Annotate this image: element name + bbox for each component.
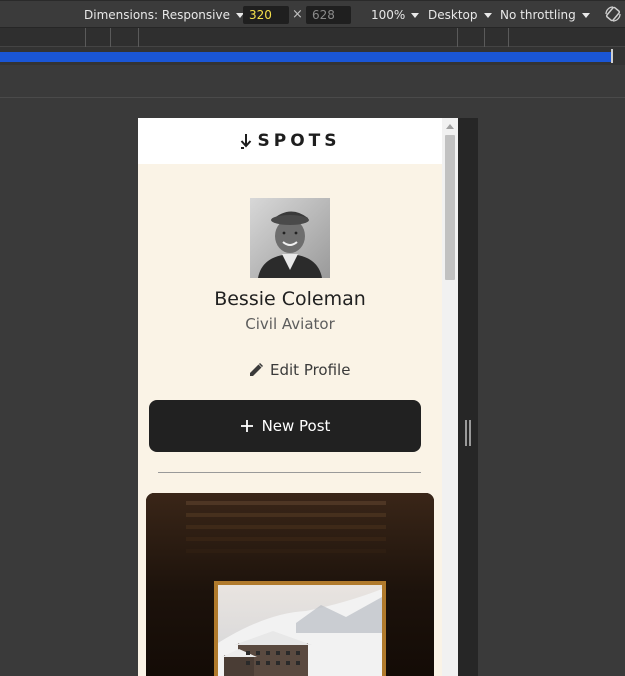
dimensions-dropdown[interactable]: Dimensions: Responsive <box>84 8 244 22</box>
zoom-label: 100% <box>371 8 406 22</box>
profile-name: Bessie Coleman <box>214 288 366 310</box>
scroll-up-icon[interactable] <box>446 124 454 129</box>
height-input[interactable]: 628 <box>306 6 351 24</box>
caret-down-icon <box>483 12 492 18</box>
throttling-dropdown[interactable]: No throttling <box>500 8 590 22</box>
device-mode-label: Desktop <box>428 8 478 22</box>
throttling-label: No throttling <box>500 8 576 22</box>
times-separator: × <box>292 7 303 22</box>
logo-text: SPOTS <box>257 131 341 151</box>
pencil-icon <box>250 362 264 376</box>
edit-profile-label: Edit Profile <box>270 361 351 379</box>
resize-handle[interactable] <box>465 420 471 446</box>
post-image[interactable] <box>146 493 434 676</box>
rotate-icon[interactable] <box>604 5 622 23</box>
profile-title: Civil Aviator <box>245 315 335 333</box>
emulated-viewport: SPOTS Bessie Coleman Civil Aviator Edit … <box>138 118 458 676</box>
device-mode-dropdown[interactable]: Desktop <box>428 8 492 22</box>
site-logo[interactable]: SPOTS <box>240 131 341 151</box>
media-query-ruler <box>0 28 625 47</box>
site-header: SPOTS <box>138 118 442 164</box>
caret-down-icon <box>581 12 590 18</box>
profile-avatar <box>250 198 330 278</box>
ruler-separator <box>0 97 625 98</box>
resize-gutter <box>458 118 478 676</box>
dimensions-label: Dimensions: Responsive <box>84 8 230 22</box>
plus-icon <box>240 420 253 432</box>
media-query-bar[interactable] <box>0 52 612 62</box>
zoom-dropdown[interactable]: 100% <box>371 8 420 22</box>
new-post-button[interactable]: New Post <box>149 400 421 452</box>
page-scrollbar[interactable] <box>442 118 458 676</box>
edit-profile-button[interactable]: Edit Profile <box>248 361 350 379</box>
arrow-logo-icon <box>240 134 251 149</box>
scrollbar-thumb[interactable] <box>445 135 455 280</box>
caret-down-icon <box>411 12 420 18</box>
new-post-label: New Post <box>261 417 331 435</box>
ruler-marker <box>611 49 613 63</box>
section-divider <box>158 472 421 473</box>
width-input[interactable]: 320 <box>243 6 289 24</box>
devtools-device-toolbar: Dimensions: Responsive 320 × 628 100% De… <box>0 0 625 28</box>
